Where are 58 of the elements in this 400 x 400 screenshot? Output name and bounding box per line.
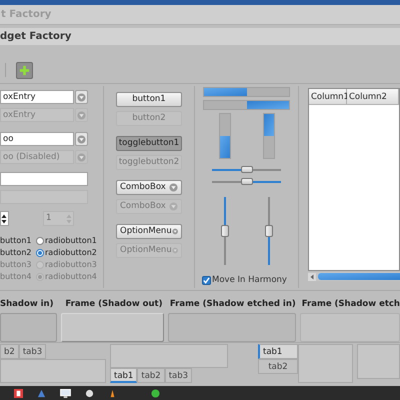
radio-button[interactable]: radiobutton2	[36, 247, 97, 259]
frame-label: Shadow in)	[0, 298, 54, 311]
slider-thumb[interactable]	[220, 225, 228, 237]
dropdown-button[interactable]	[75, 150, 88, 164]
input-field[interactable]	[0, 172, 88, 186]
radio-button[interactable]: radiobutton1	[36, 235, 97, 247]
checkmark-icon	[203, 276, 210, 284]
scrollbar[interactable]	[308, 272, 400, 281]
tab[interactable]: tab1	[258, 344, 298, 359]
monitor-icon	[60, 388, 71, 398]
dropdown-button[interactable]	[75, 90, 88, 104]
column-header[interactable]: Column2	[347, 89, 399, 105]
checkbox[interactable]: Move In Harmony	[202, 274, 287, 287]
triangle-icon	[37, 388, 46, 398]
column-header[interactable]: Column1	[309, 89, 347, 105]
circle-icon	[151, 388, 160, 398]
tab[interactable]: tab2	[137, 368, 165, 383]
caret-icon	[172, 246, 178, 255]
slider-thumb[interactable]	[264, 225, 272, 237]
spin-arrows-icon	[1, 212, 7, 224]
button[interactable]: button1	[116, 92, 182, 107]
radio-label[interactable]: button1	[0, 235, 36, 247]
dropdown-button[interactable]	[75, 108, 88, 122]
combo-entry-field[interactable]: oxEntry	[0, 90, 74, 104]
frame-label: Frame (Shadow etched in)	[170, 298, 296, 311]
dropdown-button[interactable]	[75, 132, 88, 146]
add-button[interactable]	[16, 62, 33, 79]
scrollbar-thumb[interactable]	[318, 273, 400, 280]
option-menu[interactable]: OptionMenu	[116, 224, 182, 239]
frame	[0, 312, 58, 342]
tab[interactable]: tab2	[258, 359, 298, 374]
caret-icon	[172, 227, 178, 236]
caret-icon	[169, 202, 178, 211]
plus-icon	[19, 65, 30, 76]
tab[interactable]: tab3	[164, 368, 192, 383]
toggle-button[interactable]: togglebutton1	[116, 136, 182, 151]
header-title: dget Factory	[0, 30, 72, 44]
slider-thumb[interactable]	[240, 178, 252, 185]
frame-label: Frame (Shadow etch	[302, 298, 400, 311]
left-arrow-icon	[308, 272, 316, 280]
spin-button[interactable]	[0, 211, 9, 226]
caret-icon	[169, 183, 178, 192]
spin-arrows-icon	[66, 212, 72, 224]
radio-label[interactable]: button2	[0, 247, 36, 259]
caret-icon	[77, 152, 86, 162]
cone-icon	[108, 388, 117, 398]
tab[interactable]: tab1	[110, 368, 138, 383]
caret-icon	[77, 92, 86, 102]
tab[interactable]: tab3	[18, 344, 46, 359]
app-icon	[14, 388, 23, 398]
tab[interactable]: b2	[0, 344, 19, 359]
slider-thumb[interactable]	[240, 166, 252, 173]
frame-label: Frame (Shadow out)	[65, 298, 164, 311]
caret-icon	[77, 134, 86, 144]
caret-icon	[77, 110, 86, 120]
tree-view[interactable]: Column1 Column2	[308, 88, 400, 271]
combo-box[interactable]: ComboBox	[116, 180, 182, 195]
combo-field[interactable]: oo	[0, 132, 74, 146]
